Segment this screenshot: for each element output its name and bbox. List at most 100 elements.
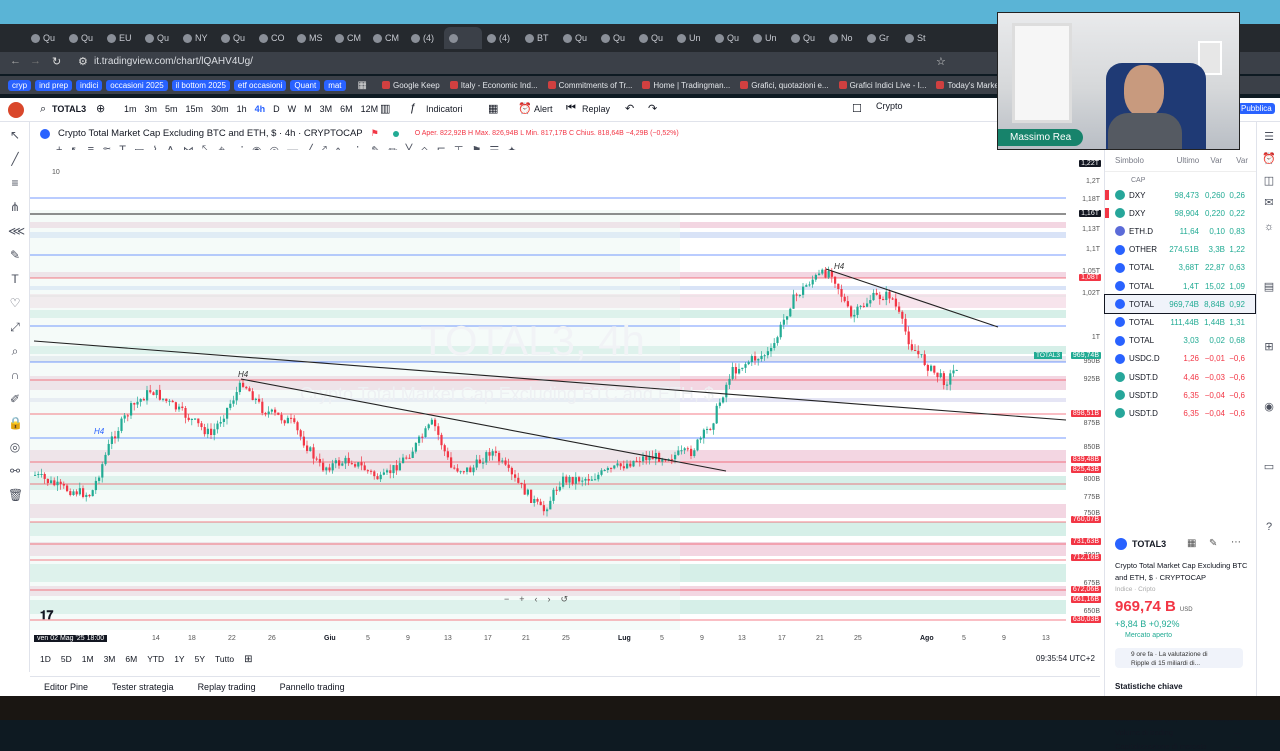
range-6M[interactable]: 6M	[125, 654, 137, 664]
bookmark-folder[interactable]: mat	[324, 79, 346, 91]
tool-fib-icon[interactable]: ⋘	[8, 224, 25, 238]
replay-button[interactable]: Replay	[582, 104, 610, 114]
chart-canvas[interactable]: 10 TOTAL3, 4h Crypto Total Market Cap Ex…	[30, 150, 1100, 632]
bookmark-folder[interactable]: cryp	[8, 79, 32, 91]
symbol-button[interactable]: TOTAL3	[52, 104, 86, 114]
browser-tab[interactable]: NY	[178, 27, 216, 49]
news-headline[interactable]: 9 ore fa · La valutazione di Ripple di 1…	[1131, 651, 1208, 667]
price-level-tag[interactable]: 760,07B	[1070, 516, 1101, 523]
bottom-tab[interactable]: Replay trading	[198, 682, 256, 692]
price-level-tag[interactable]: 630,03B	[1070, 616, 1101, 623]
browser-tab[interactable]: Qu	[216, 27, 254, 49]
tool-eye-icon[interactable]: ◎	[8, 440, 22, 454]
price-axis[interactable]: 1,2T1,18T1,15T1,13T1,1T1,05T1,02T1T950B9…	[1034, 154, 1102, 632]
browser-tab[interactable]: Un	[748, 27, 786, 49]
edit-icon[interactable]: ✎	[1209, 538, 1217, 549]
browser-tab[interactable]: Qu	[596, 27, 634, 49]
browser-tab[interactable]: Qu	[634, 27, 672, 49]
interval-12M[interactable]: 12M	[361, 104, 379, 114]
browser-tab[interactable]: Qu	[710, 27, 748, 49]
browser-tab[interactable]: MS	[292, 27, 330, 49]
add-symbol-icon[interactable]: ⊕	[96, 102, 105, 115]
user-avatar[interactable]	[8, 102, 24, 118]
tool-zoom-icon[interactable]: ⌕	[8, 344, 22, 358]
tool-magnet-icon[interactable]: ∩	[8, 368, 22, 382]
watchlist-row[interactable]: USDC.D 1,26 −0,01 −0,6	[1105, 350, 1255, 368]
site-info-icon[interactable]: ⚙	[78, 55, 88, 68]
watchlist-row[interactable]: TOTAL 3,03 0,02 0,68	[1105, 332, 1255, 350]
legend-title[interactable]: Crypto Total Market Cap Excluding BTC an…	[58, 128, 363, 139]
browser-tab[interactable]: CM	[368, 27, 406, 49]
tool-lock-icon[interactable]: 🔒	[8, 416, 23, 430]
browser-tab[interactable]	[444, 27, 482, 49]
range-1Y[interactable]: 1Y	[174, 654, 184, 664]
publish-button[interactable]: Pubblica	[1238, 103, 1275, 114]
price-level-tag[interactable]: 969,74B	[1070, 352, 1101, 359]
sidebar-alerts-icon[interactable]: ⏰	[1262, 152, 1276, 166]
details-symbol[interactable]: TOTAL3	[1132, 539, 1166, 549]
tool-trash-icon[interactable]: 🗑	[8, 488, 23, 502]
reload-icon[interactable]: ↻	[52, 55, 61, 68]
tool-lock-draw-icon[interactable]: ✐	[8, 392, 22, 406]
col-symbol[interactable]: Simbolo	[1115, 156, 1177, 165]
price-level-tag[interactable]: 839,48B	[1070, 456, 1101, 463]
bookmark-link[interactable]: Commitments of Tr...	[545, 80, 636, 91]
indicators-icon[interactable]: ƒ	[410, 102, 416, 114]
news-item[interactable]: 9 ore fa · La valutazione di Ripple di 1…	[1115, 648, 1243, 668]
price-level-tag[interactable]: 661,16B	[1070, 596, 1101, 603]
price-level-tag[interactable]: 898,51B	[1070, 410, 1101, 417]
watchlist-row[interactable]: TOTAL 969,74B 8,84B 0,92	[1104, 294, 1256, 315]
sidebar-calendar-icon[interactable]: ▤	[1262, 280, 1276, 294]
interval-1m[interactable]: 1m	[124, 104, 137, 114]
interval-4h[interactable]: 4h	[255, 104, 266, 114]
sidebar-apps-icon[interactable]: ⊞	[1262, 340, 1276, 354]
watchlist-row[interactable]: ETH.D 11,64 0,10 0,83	[1105, 222, 1255, 240]
tool-brush-icon[interactable]: ✎	[8, 248, 22, 262]
col-change[interactable]: Var	[1210, 156, 1236, 165]
range-Tutto[interactable]: Tutto	[215, 654, 234, 664]
bookmark-folder[interactable]: indici	[76, 79, 103, 91]
redo-icon[interactable]: ↷	[648, 102, 657, 115]
interval-15m[interactable]: 15m	[186, 104, 204, 114]
range-YTD[interactable]: YTD	[147, 654, 164, 664]
watchlist-row[interactable]: DXY 98,904 0,220 0,22	[1105, 204, 1255, 222]
range-1D[interactable]: 1D	[40, 654, 51, 664]
sidebar-help-icon[interactable]: ?	[1262, 520, 1276, 534]
price-level-tag[interactable]: 731,63B	[1070, 538, 1101, 545]
interval-5m[interactable]: 5m	[165, 104, 178, 114]
watchlist-row[interactable]: OTHER 274,51B 3,3B 1,22	[1105, 241, 1255, 259]
tool-link-icon[interactable]: ⚯	[8, 464, 22, 478]
interval-1h[interactable]: 1h	[237, 104, 247, 114]
interval-6M[interactable]: 6M	[340, 104, 353, 114]
forward-icon[interactable]: →	[30, 55, 41, 67]
range-3M[interactable]: 3M	[104, 654, 116, 664]
reset-chart-icon[interactable]: ↺	[561, 594, 569, 605]
apps-grid-icon[interactable]: ▦	[358, 80, 367, 91]
interval-D[interactable]: D	[273, 104, 280, 114]
bookmark-link[interactable]: Home | Tradingman...	[639, 80, 733, 91]
tool-ruler-icon[interactable]: ⤢	[8, 320, 22, 334]
tool-trendline-icon[interactable]: ╱	[8, 152, 22, 166]
range-5D[interactable]: 5D	[61, 654, 72, 664]
sidebar-watchlist-icon[interactable]: ☰	[1262, 130, 1276, 144]
sidebar-signal-icon[interactable]: ◉	[1262, 400, 1276, 414]
sidebar-chat-icon[interactable]: ✉	[1262, 196, 1276, 210]
scroll-right-icon[interactable]: ›	[548, 594, 551, 605]
layout-select-icon[interactable]: ☐	[852, 102, 862, 115]
browser-tab[interactable]: Gr	[862, 27, 900, 49]
interval-3M[interactable]: 3M	[320, 104, 333, 114]
grid-icon[interactable]: ▦	[1187, 538, 1196, 549]
bookmark-folder[interactable]: il bottom 2025	[171, 79, 230, 91]
browser-tab[interactable]: Qu	[26, 27, 64, 49]
bookmark-star-icon[interactable]: ☆	[936, 55, 946, 68]
tool-text-icon[interactable]: T	[8, 272, 22, 286]
sidebar-ideas-icon[interactable]: ☼	[1262, 220, 1276, 234]
zoom-in-icon[interactable]: +	[519, 594, 524, 605]
browser-tab[interactable]: Qu	[786, 27, 824, 49]
undo-icon[interactable]: ↶	[625, 102, 634, 115]
time-axis[interactable]: ven 02 Mag '25 18:00 14 18 22 26 Giu 5 9 13 17 21 2…	[30, 632, 1100, 646]
tool-pitchfork-icon[interactable]: ⋔	[8, 200, 22, 214]
range-5Y[interactable]: 5Y	[195, 654, 205, 664]
bookmark-folder[interactable]: occasioni 2025	[106, 79, 168, 91]
indicators-button[interactable]: Indicatori	[426, 104, 463, 114]
